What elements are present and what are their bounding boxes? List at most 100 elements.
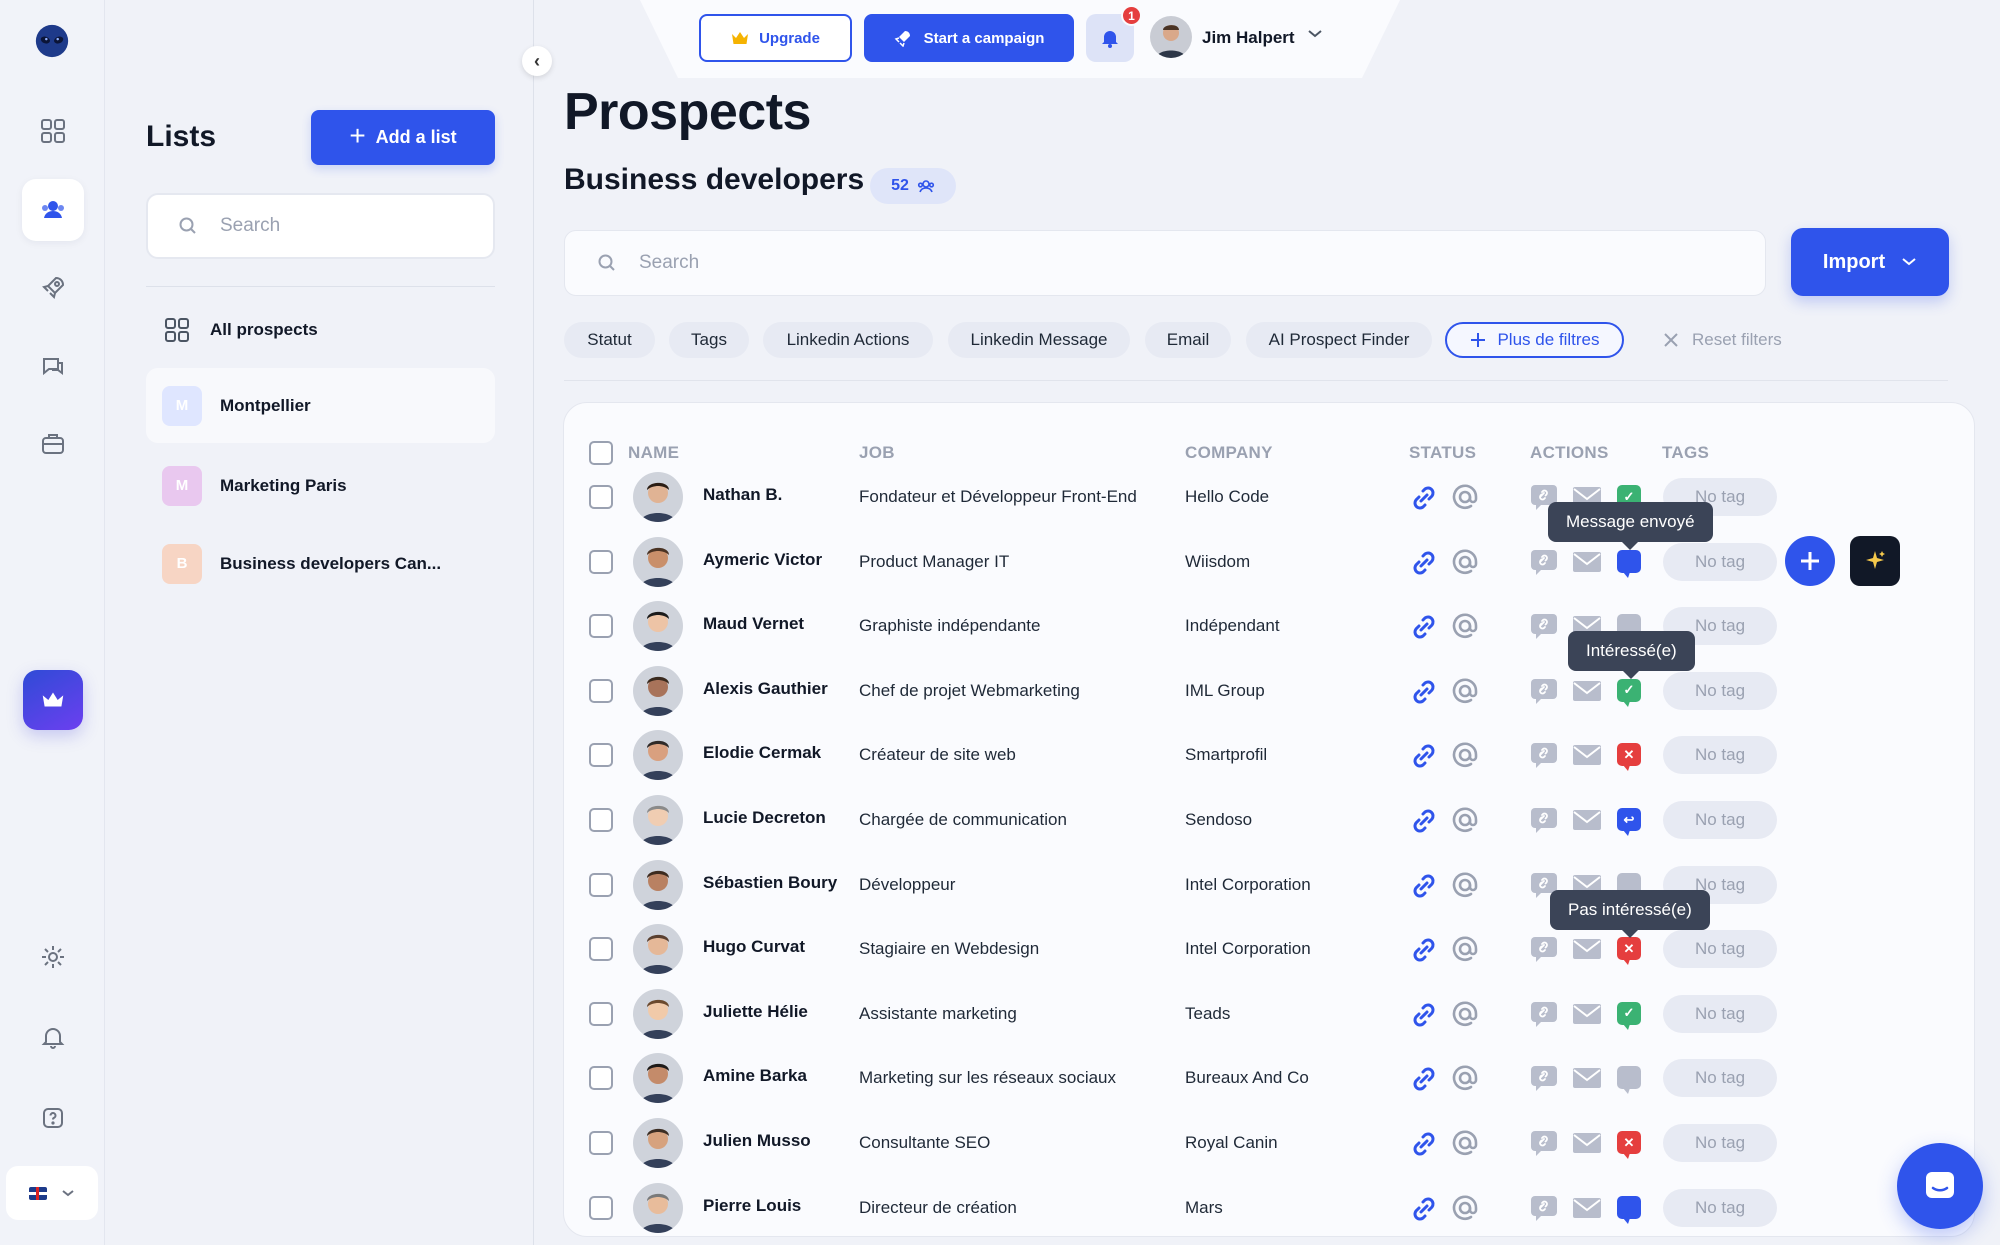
email-at-icon[interactable] (1450, 1193, 1480, 1223)
prospect-name[interactable]: Aymeric Victor (703, 550, 822, 570)
language-selector[interactable] (6, 1166, 98, 1220)
table-row[interactable]: Aymeric Victor Product Manager IT Wiisdo… (564, 530, 1974, 594)
tag-pill[interactable]: No tag (1663, 671, 1777, 710)
email-at-icon[interactable] (1450, 1063, 1480, 1093)
row-checkbox[interactable] (589, 549, 613, 574)
lists-search-box[interactable] (146, 193, 495, 259)
upgrade-button[interactable]: Upgrade (699, 14, 852, 62)
prospect-avatar[interactable] (633, 924, 683, 975)
user-name[interactable]: Jim Halpert (1202, 28, 1295, 48)
notifications-nav-button[interactable] (22, 1006, 84, 1068)
mail-icon[interactable] (1572, 1196, 1602, 1220)
table-row[interactable]: Elodie Cermak Créateur de site web Smart… (564, 723, 1974, 787)
dashboard-nav-button[interactable] (22, 100, 84, 162)
column-header-name[interactable]: NAME (628, 443, 679, 463)
messages-nav-button[interactable] (22, 335, 84, 397)
prospects-search-box[interactable] (564, 230, 1766, 296)
column-header-company[interactable]: COMPANY (1185, 443, 1273, 463)
prospect-name[interactable]: Juliette Hélie (703, 1002, 808, 1022)
table-row[interactable]: Nathan B. Fondateur et Développeur Front… (564, 465, 1974, 529)
email-at-icon[interactable] (1450, 482, 1480, 512)
list-item-marketing-paris[interactable]: M Marketing Paris (146, 448, 495, 523)
alien-logo-icon[interactable] (33, 22, 71, 60)
settings-nav-button[interactable] (22, 926, 84, 988)
row-checkbox[interactable] (589, 1066, 613, 1091)
table-row[interactable]: Lucie Decreton Chargée de communication … (564, 788, 1974, 852)
linkedin-link-icon[interactable] (1408, 482, 1440, 514)
message-status-icon[interactable]: ↩ (1617, 808, 1641, 836)
lists-search-input[interactable] (218, 214, 458, 238)
prospect-name[interactable]: Alexis Gauthier (703, 679, 828, 699)
more-filters-button[interactable]: Plus de filtres (1445, 322, 1624, 358)
prospect-name[interactable]: Maud Vernet (703, 614, 804, 634)
linkedin-link-icon[interactable] (1408, 934, 1440, 966)
linkedin-link-icon[interactable] (1408, 870, 1440, 902)
prospect-name[interactable]: Amine Barka (703, 1066, 807, 1086)
email-at-icon[interactable] (1450, 611, 1480, 641)
prospect-name[interactable]: Sébastien Boury (703, 873, 837, 893)
email-at-icon[interactable] (1450, 999, 1480, 1029)
filter-linkedin-message[interactable]: Linkedin Message (948, 322, 1130, 358)
email-at-icon[interactable] (1450, 740, 1480, 770)
mail-icon[interactable] (1572, 679, 1602, 703)
linkedin-link-icon[interactable] (1408, 999, 1440, 1031)
mail-icon[interactable] (1572, 743, 1602, 767)
help-nav-button[interactable] (22, 1087, 84, 1149)
prospect-avatar[interactable] (633, 859, 683, 910)
row-checkbox[interactable] (589, 808, 613, 832)
message-status-icon[interactable] (1617, 1195, 1641, 1224)
column-header-job[interactable]: JOB (859, 443, 895, 463)
prospect-avatar[interactable] (633, 795, 683, 845)
prospect-avatar[interactable] (633, 472, 683, 522)
tools-nav-button[interactable] (22, 413, 84, 475)
filter-email[interactable]: Email (1145, 322, 1231, 358)
table-row[interactable]: Sébastien Boury Développeur Intel Corpor… (564, 853, 1974, 917)
prospect-avatar[interactable] (633, 536, 683, 587)
row-checkbox[interactable] (589, 872, 613, 897)
linkedin-action-icon[interactable] (1530, 936, 1558, 963)
table-row[interactable]: Hugo Curvat Stagiaire en Webdesign Intel… (564, 917, 1974, 981)
row-checkbox[interactable] (589, 614, 613, 639)
prospect-avatar[interactable] (633, 601, 683, 652)
ai-assistant-button[interactable] (1850, 535, 1900, 586)
row-checkbox[interactable] (589, 1001, 613, 1026)
tag-pill[interactable]: No tag (1663, 736, 1777, 775)
tag-pill[interactable]: No tag (1663, 994, 1777, 1033)
linkedin-action-icon[interactable] (1530, 742, 1558, 769)
prospect-avatar[interactable] (633, 730, 683, 781)
prospect-name[interactable]: Hugo Curvat (703, 937, 805, 957)
chevron-down-icon[interactable] (1307, 28, 1323, 40)
tag-pill[interactable]: No tag (1663, 1188, 1777, 1227)
column-header-tags[interactable]: TAGS (1662, 443, 1709, 463)
linkedin-link-icon[interactable] (1408, 1128, 1440, 1160)
list-item-all-prospects[interactable]: All prospects (146, 292, 495, 367)
prospect-avatar[interactable] (633, 1053, 683, 1104)
column-header-status[interactable]: STATUS (1409, 443, 1476, 463)
linkedin-link-icon[interactable] (1408, 805, 1440, 837)
filter-ai-prospect-finder[interactable]: AI Prospect Finder (1246, 322, 1432, 358)
linkedin-link-icon[interactable] (1408, 1063, 1440, 1095)
collapse-sidebar-button[interactable]: ‹ (522, 46, 552, 76)
row-checkbox[interactable] (589, 743, 613, 768)
campaigns-nav-button[interactable] (22, 257, 84, 319)
linkedin-link-icon[interactable] (1408, 611, 1440, 643)
email-at-icon[interactable] (1450, 870, 1480, 900)
message-status-icon[interactable]: ✕ (1617, 1131, 1641, 1159)
row-checkbox[interactable] (589, 678, 613, 703)
mail-icon[interactable] (1572, 550, 1602, 574)
premium-button[interactable] (23, 670, 83, 730)
linkedin-action-icon[interactable] (1530, 807, 1558, 833)
table-row[interactable]: Alexis Gauthier Chef de projet Webmarket… (564, 659, 1974, 723)
linkedin-link-icon[interactable] (1408, 1193, 1440, 1225)
mail-icon[interactable] (1572, 937, 1602, 961)
message-status-icon[interactable] (1617, 1066, 1641, 1095)
tag-pill[interactable]: No tag (1663, 542, 1777, 581)
support-chat-button[interactable] (1897, 1143, 1983, 1229)
prospect-avatar[interactable] (633, 1182, 683, 1233)
import-button[interactable]: Import (1791, 228, 1949, 296)
email-at-icon[interactable] (1450, 1128, 1480, 1158)
linkedin-action-icon[interactable] (1530, 1130, 1558, 1156)
table-row[interactable]: Julien Musso Consultante SEO Royal Canin… (564, 1111, 1974, 1175)
filter-tags[interactable]: Tags (669, 322, 749, 358)
email-at-icon[interactable] (1450, 547, 1480, 577)
